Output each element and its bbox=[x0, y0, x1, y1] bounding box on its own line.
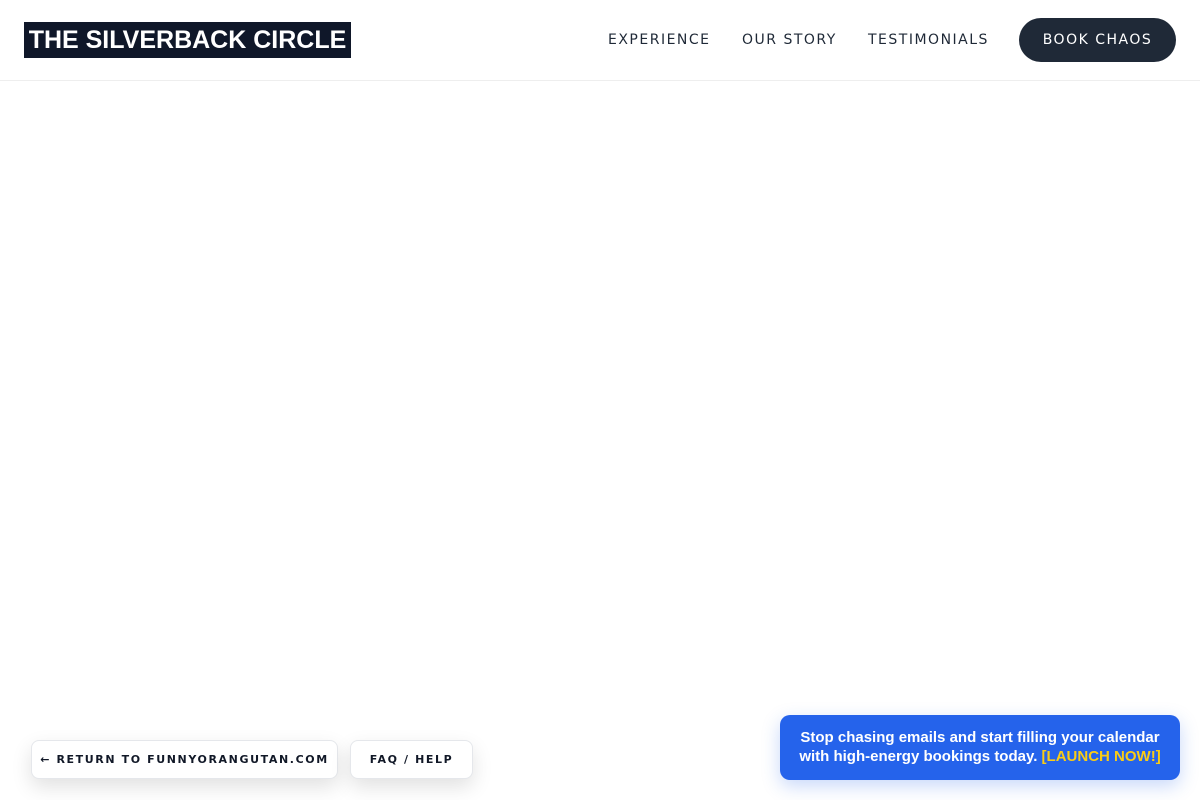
banner-line-2-text: with high-energy bookings today. bbox=[799, 748, 1038, 765]
book-chaos-button[interactable]: BOOK CHAOS bbox=[1019, 18, 1176, 62]
top-navigation-bar: THE SILVERBACK CIRCLE EXPERIENCE OUR STO… bbox=[0, 0, 1200, 81]
site-logo[interactable]: THE SILVERBACK CIRCLE bbox=[24, 22, 351, 58]
return-to-site-button[interactable]: ← RETURN TO FUNNYORANGUTAN.COM bbox=[31, 740, 338, 779]
page: THE SILVERBACK CIRCLE EXPERIENCE OUR STO… bbox=[0, 0, 1200, 800]
nav-link-experience[interactable]: EXPERIENCE bbox=[608, 31, 711, 49]
launch-promo-banner[interactable]: Stop chasing emails and start filling yo… bbox=[780, 715, 1180, 780]
banner-line-2: with high-energy bookings today. [LAUNCH… bbox=[780, 747, 1180, 766]
nav-link-testimonials[interactable]: TESTIMONIALS bbox=[868, 31, 989, 49]
nav-link-our-story[interactable]: OUR STORY bbox=[742, 31, 837, 49]
launch-now-link[interactable]: [LAUNCH NOW!] bbox=[1042, 748, 1161, 765]
faq-help-button[interactable]: FAQ / HELP bbox=[350, 740, 473, 779]
banner-line-1: Stop chasing emails and start filling yo… bbox=[800, 729, 1160, 746]
